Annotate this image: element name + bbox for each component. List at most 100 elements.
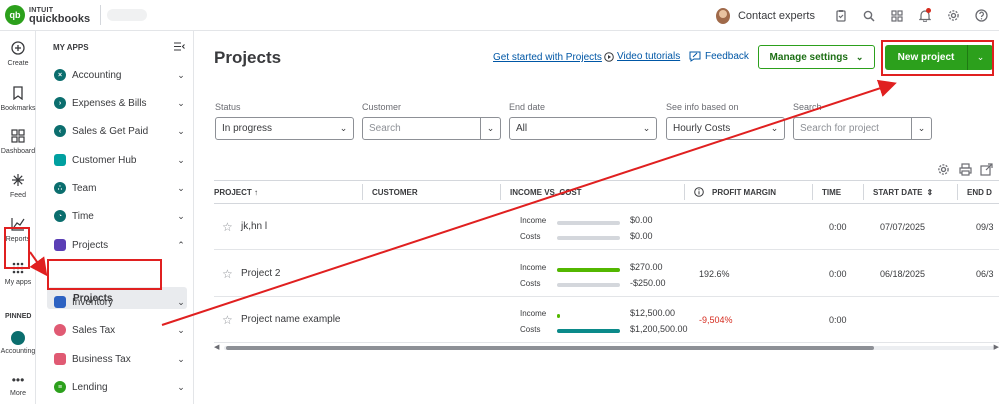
column-start-date[interactable]: START DATE ⇕ (873, 181, 933, 203)
project-name[interactable]: Project name example (241, 314, 341, 325)
rail-item-bookmarks[interactable]: Bookmarks (0, 86, 36, 112)
income-amount: $270.00 (630, 262, 663, 272)
app-item-accounting[interactable]: × Accounting ⌄ (41, 64, 194, 86)
play-circle-icon (604, 51, 614, 62)
table-header: PROJECT ↑ CUSTOMER INCOME VS. COST PROFI… (214, 180, 999, 204)
info-basis-select[interactable]: Hourly Costs ⌄ (666, 117, 785, 140)
info-icon[interactable] (694, 187, 704, 197)
table-row[interactable]: ☆ jk,hn l Income $0.00 Costs $0.00 0:00 … (214, 204, 999, 250)
feedback-icon (689, 51, 701, 62)
costs-amount: -$250.00 (630, 278, 666, 288)
get-started-link[interactable]: Get started with Projects (493, 52, 602, 63)
help-icon[interactable] (967, 0, 995, 31)
scroll-left-icon[interactable]: ◀ (214, 343, 219, 351)
time-icon: ◔ (54, 210, 66, 222)
chevron-down-icon: ⌄ (855, 51, 864, 62)
clipboard-icon[interactable] (827, 0, 855, 31)
app-item-business-tax[interactable]: Business Tax ⌄ (41, 348, 194, 370)
manage-settings-button[interactable]: Manage settings ⌄ (758, 45, 875, 69)
new-project-button[interactable]: New project (885, 45, 967, 70)
search-filter-label: Search (793, 102, 822, 112)
sort-icon: ⇕ (926, 187, 934, 197)
my-apps-header: MY APPS (53, 43, 89, 52)
plus-circle-icon (0, 41, 36, 59)
video-tutorials-link[interactable]: Video tutorials (604, 51, 680, 62)
scroll-right-icon[interactable]: ▶ (994, 343, 999, 351)
chevron-down-icon: ⌄ (770, 123, 779, 133)
project-name[interactable]: Project 2 (241, 268, 280, 279)
column-income-vs-cost[interactable]: INCOME VS. COST (510, 181, 582, 203)
apps-icon[interactable] (883, 0, 911, 31)
costs-label: Costs (520, 325, 541, 334)
logo-product: quickbooks (29, 13, 91, 25)
contact-experts-button[interactable]: Contact experts (715, 7, 815, 24)
time-value: 0:00 (829, 222, 847, 232)
app-item-team[interactable]: ∴ Team ⌄ (41, 177, 194, 199)
rail-item-reports[interactable]: Reports (0, 217, 36, 243)
app-item-time[interactable]: ◔ Time ⌄ (41, 205, 194, 227)
status-select[interactable]: In progress ⌄ (215, 117, 354, 140)
income-bar (557, 314, 620, 318)
gear-icon[interactable] (939, 0, 967, 31)
app-item-expenses-bills[interactable]: › Expenses & Bills ⌄ (41, 92, 194, 114)
chevron-down-icon: ⌄ (911, 118, 931, 139)
search-icon[interactable] (855, 0, 883, 31)
scrollbar-thumb[interactable] (226, 346, 874, 350)
app-item-sales-get-paid[interactable]: ‹ Sales & Get Paid ⌄ (41, 120, 194, 142)
chart-icon (0, 217, 36, 235)
my-apps-panel: MY APPS × Accounting ⌄ › Expenses & Bill… (41, 31, 194, 404)
chevron-down-icon: ⌄ (642, 123, 651, 133)
column-end-date[interactable]: END D (967, 181, 992, 203)
more-dots-icon: ••• (11, 373, 25, 387)
export-icon[interactable] (980, 163, 993, 179)
income-bar (557, 221, 620, 225)
horizontal-scrollbar[interactable]: ◀ ▶ (214, 344, 999, 352)
customer-search-input[interactable]: Search ⌄ (362, 117, 501, 140)
collapse-panel-icon[interactable] (174, 42, 185, 54)
bell-icon[interactable] (911, 0, 939, 31)
chevron-down-icon: ⌄ (177, 182, 185, 193)
app-item-lending[interactable]: ≡ Lending ⌄ (41, 376, 194, 398)
costs-label: Costs (520, 232, 541, 241)
main-content: Projects Get started with Projects Video… (195, 31, 999, 404)
star-icon[interactable]: ☆ (222, 267, 233, 281)
table-row[interactable]: ☆ Project name example Income $12,500.00… (214, 297, 999, 343)
time-value: 0:00 (829, 269, 847, 279)
customer-filter-label: Customer (362, 102, 402, 112)
rail-item-create[interactable]: Create (0, 41, 36, 67)
project-search-input[interactable]: Search for project ⌄ (793, 117, 932, 140)
app-item-inventory[interactable]: Inventory ⌄ (41, 291, 194, 313)
rail-item-accounting[interactable]: Accounting (0, 331, 36, 355)
table-settings-icon[interactable] (937, 163, 950, 179)
rail-item-my-apps[interactable]: My apps (0, 260, 36, 286)
app-item-sales-tax[interactable]: Sales Tax ⌄ (41, 319, 194, 341)
rail-item-dashboard[interactable]: Dashboard (0, 129, 36, 155)
profit-margin-value: -9,504% (699, 315, 733, 325)
column-customer[interactable]: CUSTOMER (372, 181, 418, 203)
left-rail: Create Bookmarks Dashboard Feed Reports … (0, 31, 36, 404)
chevron-down-icon: ⌄ (177, 381, 185, 392)
column-time[interactable]: TIME (822, 181, 841, 203)
column-profit-margin[interactable]: PROFIT MARGIN (694, 181, 776, 203)
new-project-dropdown-button[interactable]: ⌄ (967, 45, 993, 70)
chevron-down-icon: ⌄ (177, 324, 185, 335)
star-icon[interactable]: ☆ (222, 313, 233, 327)
feedback-link[interactable]: Feedback (689, 51, 749, 62)
costs-label: Costs (520, 279, 541, 288)
chevron-up-icon: ⌃ (177, 239, 185, 250)
sparkle-icon (0, 173, 36, 191)
company-name-redacted[interactable] (107, 9, 148, 21)
print-icon[interactable] (959, 163, 972, 179)
table-row[interactable]: ☆ Project 2 Income $270.00 Costs -$250.0… (214, 251, 999, 297)
rail-item-more[interactable]: ••• More (0, 371, 36, 397)
project-name[interactable]: jk,hn l (241, 221, 267, 232)
expert-avatar (715, 7, 730, 24)
star-icon[interactable]: ☆ (222, 220, 233, 234)
end-date-select[interactable]: All ⌄ (509, 117, 657, 140)
quickbooks-logo[interactable]: qb INTUIT quickbooks (5, 5, 90, 25)
column-project[interactable]: PROJECT ↑ (214, 181, 258, 203)
app-item-projects[interactable]: Projects ⌃ (41, 234, 194, 256)
app-item-customer-hub[interactable]: Customer Hub ⌄ (41, 149, 194, 171)
rail-item-feed[interactable]: Feed (0, 173, 36, 199)
end-date-value: 06/3 (976, 269, 994, 279)
